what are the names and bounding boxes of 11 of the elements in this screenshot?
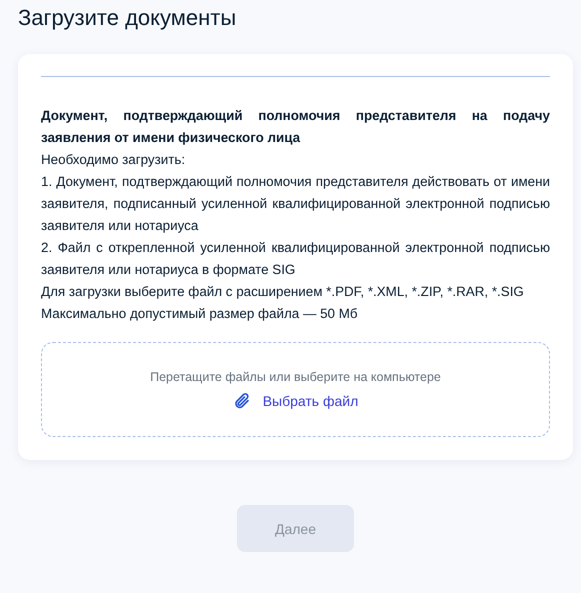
document-paragraph: Максимально допустимый размер файла — 50 Мб — [41, 305, 359, 323]
document-heading: Документ, подтверждающий полномочия представителя на подачу заявления от имени физического лица — [41, 107, 550, 147]
page-title: Загрузите документы — [18, 4, 238, 32]
choose-file-link[interactable]: Выбрать файл — [232, 392, 358, 410]
document-paragraph: 1. Документ, подтверждающий полномочия представителя действовать от имени заявителя, подписанный усиленной квалифицированной электронной подписью заявителя или нотариуса — [41, 173, 550, 235]
document-paragraph: 2. Файл с открепленной усиленной квалифицированной электронной подписью заявителя или нотариуса в формате SIG — [41, 239, 550, 279]
document-paragraph: Для загрузки выберите файл с расширением *.PDF, *.XML, *.ZIP, *.RAR, *.SIG — [41, 283, 525, 301]
document-paragraph: Необходимо загрузить: — [41, 151, 186, 169]
paperclip-icon — [232, 392, 251, 410]
file-dropzone[interactable]: Перетащите файлы или выберите на компьютере Выбрать файл — [41, 342, 550, 437]
dropzone-hint: Перетащите файлы или выберите на компьютере — [150, 370, 441, 384]
